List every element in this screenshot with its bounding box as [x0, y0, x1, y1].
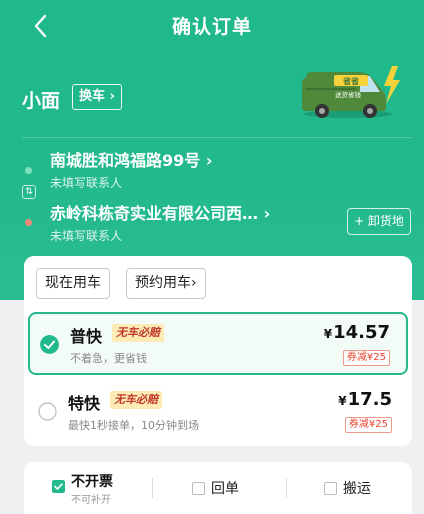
option-price: ¥14.57: [324, 322, 390, 343]
chevron-right-icon: ›: [200, 151, 213, 170]
option-price: ¥17.5: [338, 389, 392, 410]
checkbox-checked-icon[interactable]: [52, 480, 65, 493]
add-unload-point-button[interactable]: + 卸货地: [347, 208, 411, 235]
chevron-right-icon: ›: [105, 89, 115, 104]
invoice-toggle[interactable]: 不开票 不可补开: [50, 470, 160, 508]
checkbox-icon[interactable]: [192, 482, 205, 495]
swap-addresses-icon[interactable]: ⇅: [22, 185, 36, 199]
switch-vehicle-label: 换车: [79, 89, 106, 104]
receipt-label: 回单: [211, 481, 239, 497]
dropoff-dot: [25, 219, 32, 226]
price-value: 14.57: [333, 322, 390, 343]
tab-reserve-label: 预约用车: [135, 275, 191, 291]
price-value: 17.5: [347, 389, 392, 410]
pickup-contact[interactable]: 未填写联系人: [50, 174, 122, 191]
option-name: 特快: [68, 394, 101, 413]
dropoff-address[interactable]: 赤岭科栋奇实业有限公司西… ›: [50, 200, 270, 224]
promo-slogan: 送货省钱: [335, 90, 362, 99]
chevron-right-icon: ›: [191, 275, 197, 291]
tab-reserve[interactable]: 预约用车›: [126, 268, 206, 299]
dropoff-address-label: 赤岭科栋奇实业有限公司西…: [50, 204, 259, 223]
dropoff-contact[interactable]: 未填写联系人: [50, 227, 122, 244]
option-standard[interactable]: 普快 无车必赔 不着急，更省钱 ¥14.57 券减¥25: [28, 312, 408, 375]
pickup-dot: [25, 167, 32, 174]
invoice-label: 不开票: [71, 474, 113, 490]
chevron-right-icon: ›: [258, 204, 271, 223]
vehicle-type: 小面: [22, 90, 61, 112]
currency-symbol: ¥: [323, 327, 333, 341]
pickup-address[interactable]: 南城胜和鸿福路99号 ›: [50, 147, 212, 171]
radio-checked-icon[interactable]: [40, 335, 59, 354]
option-desc: 最快1秒接单，10分钟到场: [68, 419, 199, 432]
option-name: 普快: [70, 327, 103, 346]
divider: [286, 478, 287, 498]
van-illustration: 省省 送货省钱: [302, 66, 400, 118]
pickup-address-label: 南城胜和鸿福路99号: [50, 151, 201, 170]
order-header: 确认订单 小面 换车 › 省省 送货省钱 南城胜和鸿福路99号 › 未填写联系人…: [0, 0, 424, 300]
currency-symbol: ¥: [338, 394, 347, 408]
guarantee-tag: 无车必赔: [112, 324, 164, 342]
option-express[interactable]: 特快 无车必赔 最快1秒接单，10分钟到场 ¥17.5 券减¥25: [28, 380, 408, 443]
invoice-note: 不可补开: [71, 495, 111, 506]
radio-unchecked-icon[interactable]: [38, 402, 57, 421]
service-card: 现在用车 预约用车› 普快 无车必赔 不着急，更省钱 ¥14.57 券减¥25 …: [24, 256, 412, 446]
coupon-badge: 券减¥25: [344, 417, 392, 433]
divider: [152, 478, 153, 498]
extras-bar: 不开票 不可补开 回单 搬运: [24, 462, 412, 514]
promo-badge: 省省: [342, 76, 359, 86]
option-desc: 不着急，更省钱: [70, 352, 147, 365]
divider: [22, 137, 412, 138]
carry-label: 搬运: [343, 481, 371, 497]
switch-vehicle-button[interactable]: 换车 ›: [72, 84, 122, 110]
guarantee-tag: 无车必赔: [110, 391, 162, 409]
tab-now[interactable]: 现在用车: [36, 268, 110, 299]
coupon-badge: 券减¥25: [342, 350, 390, 366]
page-title: 确认订单: [171, 16, 252, 38]
checkbox-icon[interactable]: [324, 482, 337, 495]
